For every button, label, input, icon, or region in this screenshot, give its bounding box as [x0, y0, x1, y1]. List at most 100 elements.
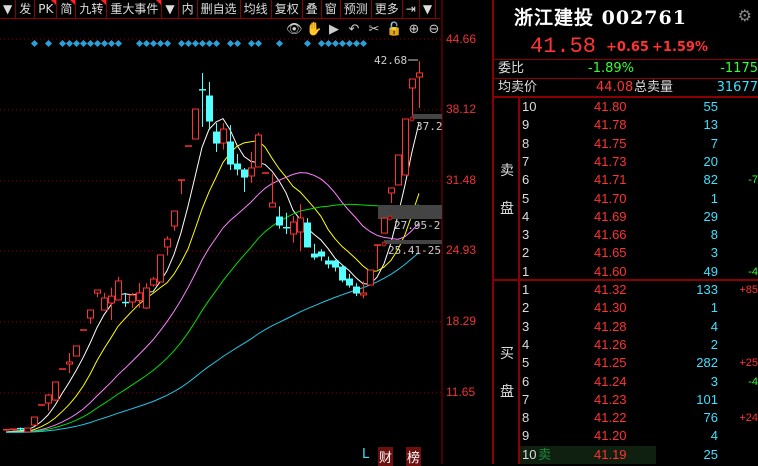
signal-marker — [352, 39, 361, 48]
candle-body — [311, 253, 318, 258]
order-level: 5 41.70 1 — [520, 190, 758, 208]
level-volume: 49 — [703, 263, 718, 279]
candle-body — [31, 416, 38, 426]
order-level: 3 41.66 8 — [520, 226, 758, 244]
last-price: 41.58 — [530, 34, 597, 59]
level-price: 41.20 — [594, 428, 627, 444]
sell-side-label: 卖盘 — [494, 98, 520, 279]
price-change-pct: +1.59% — [652, 40, 708, 55]
candle-body — [248, 167, 255, 177]
ma10-line — [5, 140, 420, 433]
kline-chart[interactable]: 42.68 37.2 27.95-2 25.41-25 — [0, 0, 492, 464]
signal-marker — [198, 39, 207, 48]
signal-marker — [233, 39, 242, 48]
price-band — [412, 114, 442, 119]
level-num: 7 — [522, 153, 530, 169]
stock-title: 浙江建投 002761 — [514, 3, 687, 30]
sell-book: 卖盘 10 41.80 55 9 41.78 13 8 41.75 7 7 41.73 20 6 41.7… — [494, 96, 758, 279]
level-price: 41.32 — [594, 282, 627, 297]
candle-body — [73, 345, 80, 357]
signal-marker — [86, 39, 95, 48]
level-price: 41.25 — [594, 355, 627, 371]
level-price: 41.80 — [594, 99, 627, 114]
signal-marker — [254, 39, 263, 48]
level-num: 9 — [522, 117, 530, 133]
signal-marker — [79, 39, 88, 48]
level-volume: 2 — [710, 336, 718, 352]
signal-marker — [226, 39, 235, 48]
price-change: +0.65 — [606, 40, 649, 55]
avg-price: 44.08 — [596, 80, 634, 95]
signal-marker — [177, 39, 186, 48]
level-volume: 7 — [710, 135, 718, 151]
candle-body — [332, 260, 339, 268]
finance-button[interactable]: 财 — [378, 447, 394, 466]
level-volume: 82 — [703, 172, 718, 188]
candle-body — [136, 292, 143, 301]
ma30-line — [5, 203, 420, 433]
signal-marker — [107, 39, 116, 48]
signal-marker — [317, 39, 326, 48]
candle-body — [339, 266, 346, 281]
order-level: 7 41.73 20 — [520, 153, 758, 171]
candle-body — [318, 251, 325, 257]
candle-body — [234, 163, 241, 170]
signal-marker — [275, 39, 284, 48]
candle-body — [108, 295, 115, 304]
signal-marker — [212, 39, 221, 48]
candle-body — [381, 217, 388, 234]
order-level: 8 41.75 7 — [520, 135, 758, 153]
level-num: 1 — [522, 282, 530, 297]
signal-marker — [345, 39, 354, 48]
order-level: 3 41.28 4 — [520, 318, 758, 336]
order-level: 2 41.65 3 — [520, 244, 758, 262]
ma5-line — [5, 117, 420, 433]
level-volume: 13 — [703, 117, 718, 133]
level-num: 10 — [522, 99, 537, 114]
level-num: 3 — [522, 318, 530, 334]
level-volume: 1 — [710, 190, 718, 206]
candle-body — [220, 128, 227, 144]
level-price: 41.30 — [594, 300, 627, 316]
commission-ratio-row: 委比 -1.89% -1175 — [494, 59, 758, 78]
level-num: 5 — [522, 355, 530, 371]
candle-body — [115, 280, 122, 301]
candle-body — [87, 309, 94, 319]
order-level: 2 41.30 1 — [520, 299, 758, 317]
level-price: 41.75 — [594, 135, 627, 151]
price-tick: 44.66 — [446, 32, 477, 46]
gear-icon[interactable]: ⚙ — [738, 6, 752, 25]
level-num: 10 — [522, 446, 537, 462]
l-button[interactable]: L — [362, 447, 369, 462]
candle-body — [255, 134, 262, 168]
signal-marker — [114, 39, 123, 48]
level-price: 41.26 — [594, 336, 627, 352]
total-sell-label: 总卖量 — [634, 80, 674, 95]
level-num: 1 — [522, 263, 530, 279]
level-price: 41.69 — [594, 208, 627, 224]
level-price: 41.73 — [594, 153, 627, 169]
order-level: 10 41.80 55 — [520, 98, 758, 116]
order-level: 6 41.24 3 -4 — [520, 373, 758, 391]
candle-body — [24, 427, 31, 433]
order-level: 10 卖 41.19 25 — [520, 445, 758, 464]
signal-marker — [205, 39, 214, 48]
avg-sell-row: 均卖价 44.08 总卖量 31677 — [494, 78, 758, 97]
signal-marker — [331, 39, 340, 48]
level-num: 4 — [522, 336, 530, 352]
level-volume: 4 — [710, 318, 718, 334]
level-volume: 3 — [710, 373, 718, 389]
candle-body — [388, 187, 395, 194]
stock-code: 002761 — [601, 7, 687, 29]
ranking-button[interactable]: 榜 — [406, 447, 422, 466]
buy-book: 买盘 1 41.32 133 +85 2 41.30 1 3 41.28 4 4 41.26 2 5 41.… — [494, 279, 758, 464]
candle-body — [143, 287, 150, 309]
signal-marker — [324, 39, 333, 48]
price-tick: 18.29 — [446, 313, 477, 328]
level-num: 3 — [522, 227, 530, 243]
candle-body — [171, 210, 178, 227]
marker-dot — [409, 116, 415, 122]
level-volume: 1 — [710, 300, 718, 316]
price-tick: 38.12 — [446, 101, 477, 116]
candle-body — [227, 141, 234, 165]
